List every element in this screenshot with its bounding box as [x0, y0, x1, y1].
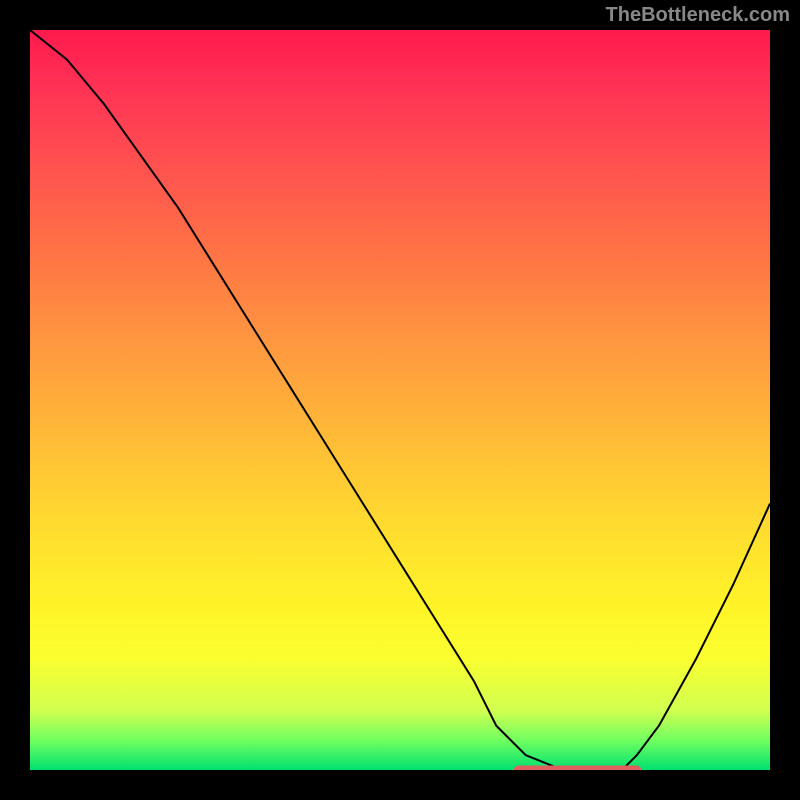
bottleneck-curve-path	[30, 30, 770, 770]
watermark-text: TheBottleneck.com	[606, 4, 790, 27]
chart-plot-area	[30, 30, 770, 770]
bottleneck-curve-svg	[30, 30, 770, 770]
